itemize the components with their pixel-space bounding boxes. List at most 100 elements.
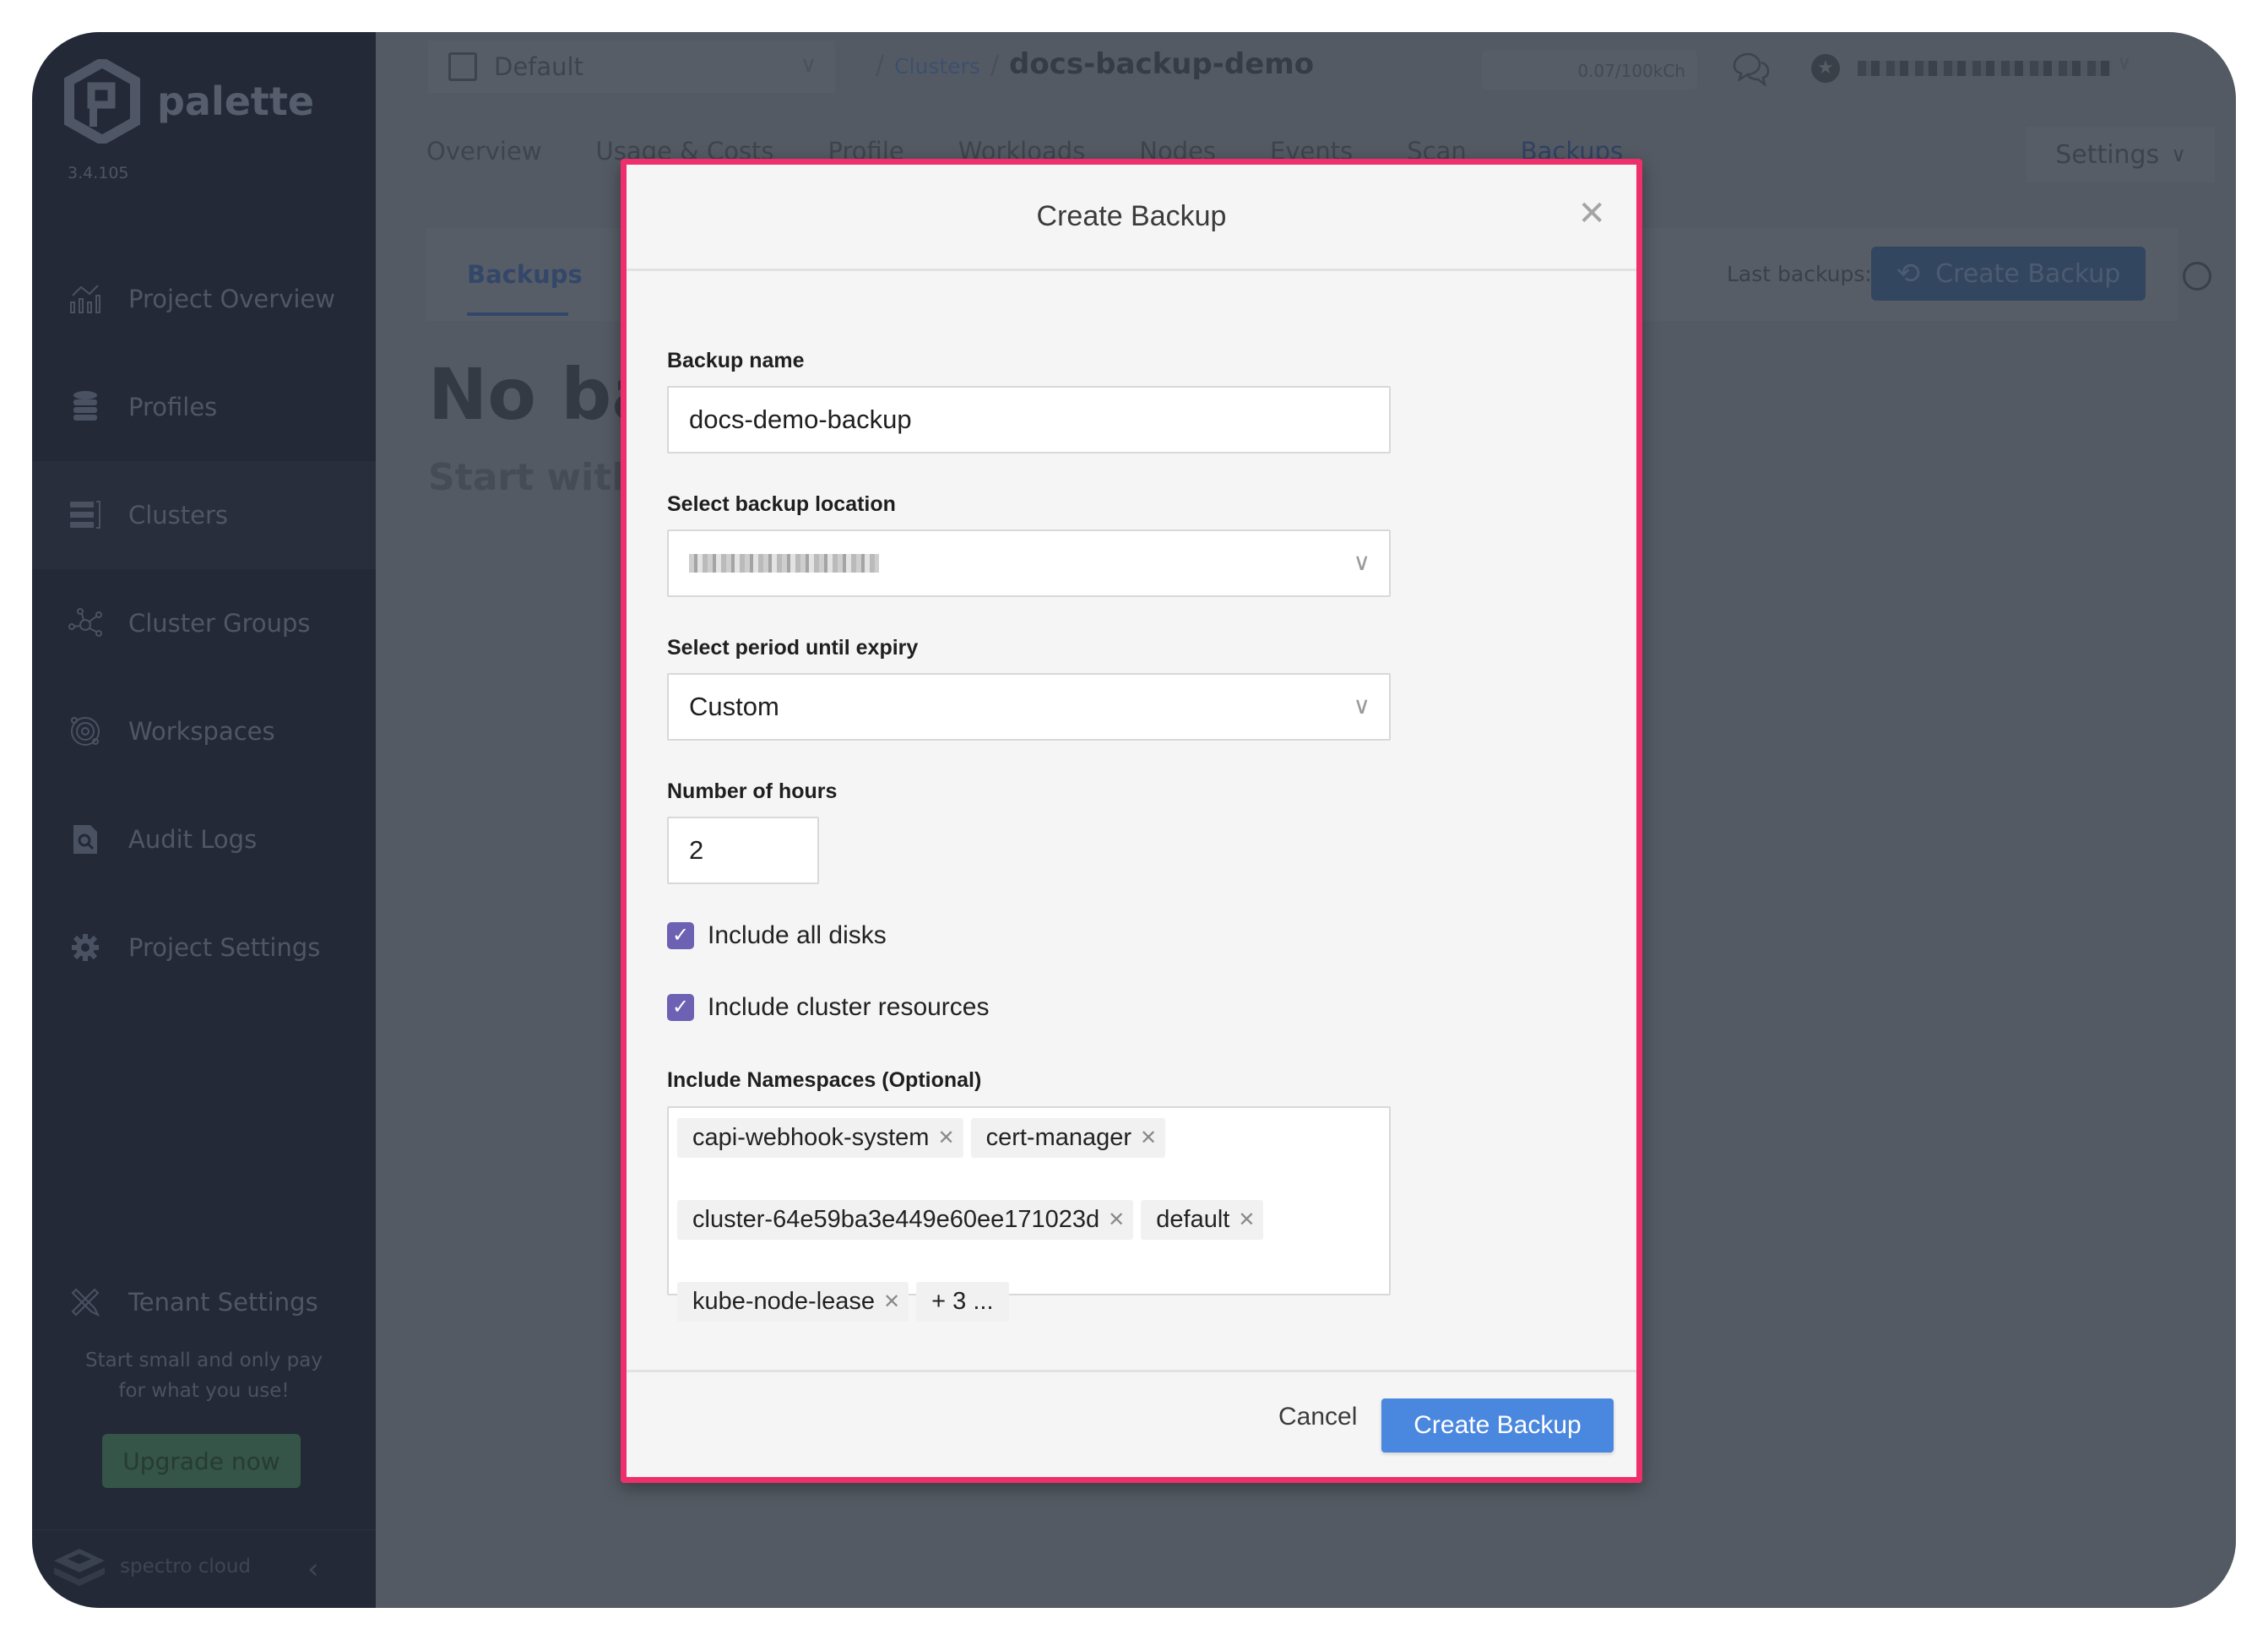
- sidebar-item-project-settings[interactable]: Project Settings: [32, 893, 376, 1002]
- sidebar-item-label: Profiles: [128, 393, 218, 421]
- backup-name-input[interactable]: docs-demo-backup: [667, 386, 1391, 453]
- sidebar-item-audit-logs[interactable]: Audit Logs: [32, 785, 376, 893]
- database-stack-icon: [68, 389, 103, 425]
- palette-logo[interactable]: palette: [64, 59, 314, 144]
- app-version: 3.4.105: [68, 164, 129, 182]
- number-of-hours-input[interactable]: 2: [667, 817, 819, 884]
- remove-chip-icon[interactable]: ✕: [1238, 1208, 1255, 1232]
- number-of-hours-label: Number of hours: [667, 779, 838, 803]
- project-chart-icon: [448, 52, 477, 81]
- project-selector[interactable]: Default ∨: [428, 41, 835, 93]
- star-badge-icon[interactable]: ★: [1811, 54, 1840, 83]
- namespace-chip-label: default: [1156, 1206, 1230, 1233]
- user-menu-redacted[interactable]: [1858, 61, 2111, 76]
- breadcrumb-clusters-link[interactable]: Clusters: [894, 54, 980, 79]
- tools-icon: [68, 1284, 103, 1320]
- include-all-disks-checkbox-row[interactable]: ✓ Include all disks: [667, 921, 887, 950]
- expiry-period-value: Custom: [689, 692, 779, 721]
- sidebar-item-label: Workspaces: [128, 717, 275, 746]
- network-nodes-icon: [68, 605, 103, 641]
- backup-location-label: Select backup location: [667, 492, 896, 516]
- chat-bubbles-icon[interactable]: [1731, 51, 1772, 88]
- breadcrumb-separator: /: [990, 51, 999, 80]
- include-all-disks-label: Include all disks: [708, 921, 887, 949]
- settings-dropdown-button[interactable]: Settings ∨: [2027, 127, 2215, 182]
- create-backup-modal: Create Backup ✕ Backup name docs-demo-ba…: [621, 159, 1642, 1483]
- namespaces-label: Include Namespaces (Optional): [667, 1068, 982, 1092]
- palette-logo-icon: [64, 59, 140, 144]
- project-name: Default: [494, 52, 583, 81]
- spectro-cloud-logo-icon: [54, 1549, 105, 1586]
- create-backup-button-background[interactable]: ⟲ Create Backup: [1871, 247, 2146, 301]
- modal-title: Create Backup: [1036, 200, 1227, 232]
- spectro-cloud-brand: spectro cloud: [120, 1556, 252, 1578]
- sidebar-item-cluster-groups[interactable]: Cluster Groups: [32, 569, 376, 677]
- modal-header: Create Backup ✕: [627, 165, 1636, 271]
- sidebar-item-label: Clusters: [128, 501, 229, 529]
- more-namespaces-chip[interactable]: + 3 ...: [916, 1282, 1009, 1322]
- number-of-hours-value: 2: [689, 835, 704, 865]
- sidebar-item-project-overview[interactable]: Project Overview: [32, 245, 376, 353]
- tab-overview[interactable]: Overview: [426, 137, 542, 166]
- chevron-down-icon: ∨: [800, 52, 817, 78]
- settings-label: Settings: [2055, 139, 2160, 170]
- sidebar-item-clusters[interactable]: Clusters: [32, 461, 376, 569]
- backup-restore-icon: ⟲: [1896, 257, 1921, 291]
- brand-name: palette: [157, 79, 315, 124]
- namespace-chip: capi-webhook-system ✕: [677, 1118, 963, 1158]
- include-all-disks-checkbox[interactable]: ✓: [667, 922, 694, 949]
- sidebar: palette 3.4.105 Project Overview Profile…: [32, 32, 376, 1608]
- promo-line: for what you use!: [118, 1380, 290, 1402]
- chevron-down-icon[interactable]: ∨: [2117, 51, 2132, 74]
- backup-name-label: Backup name: [667, 349, 805, 372]
- chart-icon: [68, 281, 103, 317]
- subtab-backups[interactable]: Backups: [467, 260, 583, 289]
- backup-name-value: docs-demo-backup: [689, 405, 912, 434]
- remove-chip-icon[interactable]: ✕: [1140, 1126, 1157, 1150]
- sidebar-item-tenant-settings[interactable]: Tenant Settings: [32, 1248, 376, 1356]
- sidebar-item-label: Cluster Groups: [128, 609, 311, 638]
- collapse-sidebar-icon[interactable]: ‹: [307, 1552, 319, 1586]
- create-backup-label: Create Backup: [1935, 258, 2121, 289]
- create-backup-button[interactable]: Create Backup: [1381, 1398, 1614, 1453]
- namespace-chip: kube-node-lease ✕: [677, 1282, 909, 1322]
- namespace-chip-label: cert-manager: [985, 1124, 1132, 1151]
- sidebar-item-label: Tenant Settings: [128, 1288, 318, 1317]
- namespaces-multiselect[interactable]: capi-webhook-system ✕ cert-manager ✕ clu…: [667, 1106, 1391, 1322]
- sidebar-item-workspaces[interactable]: Workspaces: [32, 677, 376, 785]
- breadcrumb: / Clusters / docs-backup-demo: [865, 47, 1314, 81]
- active-subtab-indicator: [467, 312, 568, 316]
- sidebar-item-profiles[interactable]: Profiles: [32, 353, 376, 461]
- clock-history-icon[interactable]: [2183, 262, 2211, 291]
- expiry-period-select[interactable]: Custom ∨: [667, 673, 1391, 741]
- modal-footer-divider: [627, 1370, 1636, 1372]
- gear-icon: [68, 930, 103, 965]
- remove-chip-icon[interactable]: ✕: [937, 1126, 954, 1150]
- close-icon[interactable]: ✕: [1577, 197, 1606, 231]
- sidebar-footer: spectro cloud ‹: [32, 1529, 376, 1608]
- sidebar-item-label: Project Overview: [128, 285, 335, 313]
- include-cluster-resources-checkbox[interactable]: ✓: [667, 994, 694, 1021]
- backup-location-select[interactable]: ∨: [667, 529, 1391, 597]
- sidebar-item-label: Project Settings: [128, 933, 321, 962]
- sidebar-item-label: Audit Logs: [128, 825, 258, 854]
- app-window: palette 3.4.105 Project Overview Profile…: [32, 32, 2236, 1608]
- file-search-icon: [68, 822, 103, 857]
- usage-credits-badge[interactable]: 0.07/100kCh: [1482, 51, 1697, 90]
- include-cluster-resources-checkbox-row[interactable]: ✓ Include cluster resources: [667, 993, 990, 1022]
- orbit-icon: [68, 714, 103, 749]
- backup-location-redacted-value: [689, 554, 879, 573]
- upgrade-now-button[interactable]: Upgrade now: [102, 1434, 301, 1488]
- promo-line: Start small and only pay: [85, 1349, 323, 1371]
- namespace-chip: cluster-64e59ba3e449e60ee171023d ✕: [677, 1200, 1134, 1240]
- cancel-button[interactable]: Cancel: [1278, 1403, 1357, 1431]
- namespace-chip: cert-manager ✕: [970, 1118, 1166, 1158]
- chevron-down-icon: ∨: [1353, 692, 1371, 719]
- breadcrumb-separator: /: [876, 51, 885, 80]
- upgrade-promo: Start small and only pay for what you us…: [32, 1345, 376, 1406]
- remove-chip-icon[interactable]: ✕: [883, 1290, 900, 1314]
- expiry-period-label: Select period until expiry: [667, 636, 919, 660]
- remove-chip-icon[interactable]: ✕: [1108, 1208, 1125, 1232]
- breadcrumb-current-cluster: docs-backup-demo: [1008, 47, 1315, 81]
- chevron-down-icon: ∨: [1353, 549, 1371, 575]
